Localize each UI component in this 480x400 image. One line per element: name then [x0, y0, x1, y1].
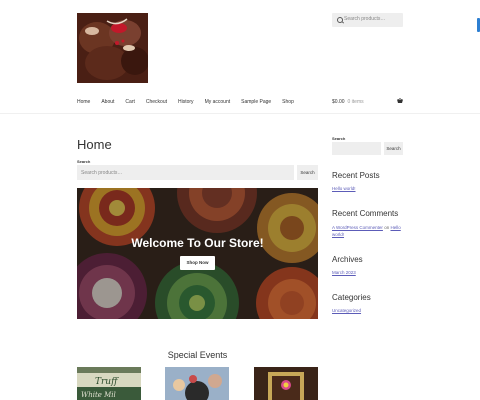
main-search-placeholder: Search products…	[81, 170, 123, 176]
comment-author-link[interactable]: A WordPress Commenter	[332, 225, 383, 230]
lollipop-background-image	[77, 188, 318, 319]
candy-image	[165, 367, 229, 400]
svg-text:White Mil: White Mil	[81, 391, 116, 399]
nav-item-shop[interactable]: Shop	[282, 99, 294, 107]
header-cart[interactable]: $0.00 0 items	[332, 99, 364, 105]
search-icon	[337, 17, 343, 23]
recent-comments-title: Recent Comments	[332, 209, 399, 218]
hero-title: Welcome To Our Store!	[131, 236, 264, 250]
comment-on-text: on	[384, 225, 390, 230]
primary-navigation: Home About Cart Checkout History My acco…	[77, 99, 305, 107]
categories-title: Categories	[332, 293, 371, 302]
nav-item-cart[interactable]: Cart	[125, 99, 134, 107]
event-thumbnail-3[interactable]	[254, 367, 318, 400]
event-thumbnail-1[interactable]: Truff White Mil	[77, 367, 141, 400]
header-search-placeholder: Search products…	[344, 16, 386, 22]
cart-total: $0.00	[332, 99, 345, 105]
basket-icon[interactable]	[397, 98, 403, 103]
cart-item-count: 0 items	[347, 99, 364, 105]
svg-text:Truff: Truff	[95, 377, 119, 387]
nav-item-sample-page[interactable]: Sample Page	[241, 99, 271, 107]
main-search-button[interactable]: Search	[297, 165, 318, 180]
nav-item-about[interactable]: About	[101, 99, 114, 107]
shop-now-button[interactable]: Shop Now	[180, 256, 215, 270]
recent-post-link[interactable]: Hello world!	[332, 186, 356, 191]
nav-item-checkout[interactable]: Checkout	[146, 99, 167, 107]
chocolate-box-image	[254, 367, 318, 400]
recent-posts-title: Recent Posts	[332, 171, 380, 180]
chocolate-logo-image	[77, 13, 148, 83]
event-thumbnail-2[interactable]	[165, 367, 229, 400]
special-events-title: Special Events	[167, 350, 228, 360]
truffle-sign-image: Truff White Mil	[77, 367, 141, 400]
main-search-label: Search	[77, 159, 91, 164]
page-title: Home	[77, 137, 112, 152]
nav-item-my-account[interactable]: My account	[205, 99, 231, 107]
sidebar-search-label: Search	[332, 136, 346, 141]
sidebar-search-button[interactable]: Search	[384, 142, 403, 155]
category-link[interactable]: Uncategorized	[332, 308, 361, 313]
archives-title: Archives	[332, 255, 363, 264]
main-search-input[interactable]: Search products…	[77, 165, 294, 180]
header-search-input[interactable]: Search products…	[332, 13, 403, 27]
nav-item-history[interactable]: History	[178, 99, 194, 107]
header-divider	[0, 113, 480, 114]
sidebar-search-input[interactable]	[332, 142, 381, 155]
site-logo[interactable]	[77, 13, 148, 83]
nav-item-home[interactable]: Home	[77, 99, 90, 107]
recent-comment-item: A WordPress Commenter on Hello world!	[332, 224, 404, 238]
hero-banner	[77, 188, 318, 319]
archive-link[interactable]: March 2023	[332, 270, 356, 275]
